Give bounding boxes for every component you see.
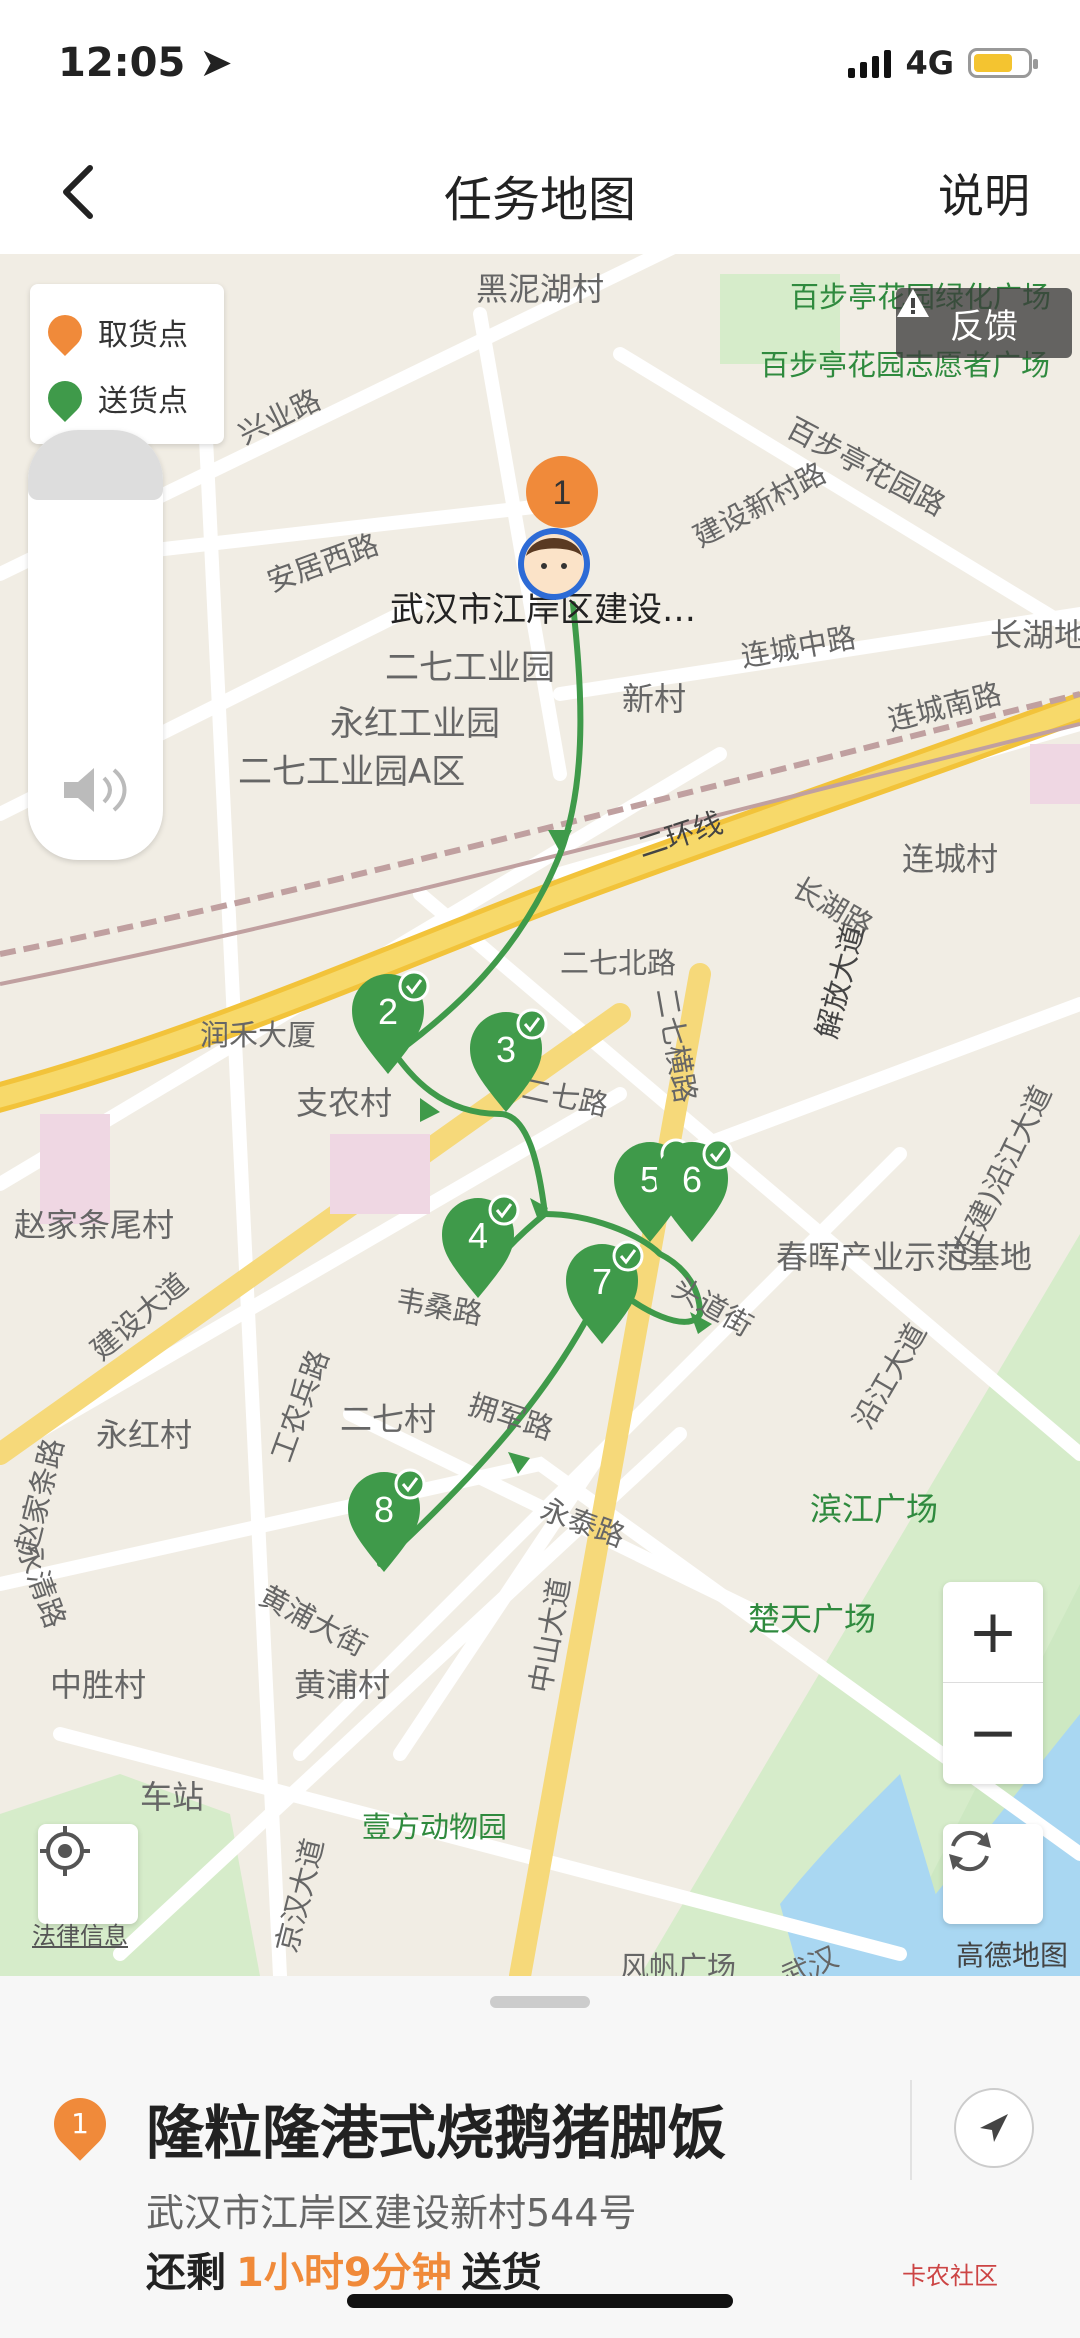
map-label: 润禾大厦	[200, 1018, 317, 1052]
map-label: 壹方动物园	[362, 1810, 508, 1844]
status-bar: 12:05 ➤ 4G	[0, 0, 1080, 130]
help-button[interactable]: 说明	[938, 160, 1030, 226]
speaker-icon	[64, 768, 127, 812]
svg-text:8: 8	[374, 1489, 394, 1530]
map-label: 连城村	[902, 840, 999, 878]
svg-text:7: 7	[592, 1261, 612, 1302]
warning-icon	[897, 289, 929, 317]
delivery-marker[interactable]: 8	[346, 1468, 428, 1578]
map-label: 二七工业园A区	[238, 752, 466, 792]
order-address: 武汉市江岸区建设新村544号	[146, 2191, 637, 2235]
svg-text:3: 3	[496, 1029, 516, 1070]
feedback-button[interactable]: 反馈	[896, 288, 1072, 358]
order-index-badge: 1	[43, 2087, 117, 2161]
delivery-marker[interactable]: 2	[350, 970, 432, 1080]
zoom-in-button[interactable]: +	[943, 1582, 1043, 1682]
map-label: 支农村	[296, 1084, 393, 1122]
svg-text:6: 6	[682, 1159, 702, 1200]
navigation-arrow-icon	[980, 2114, 1008, 2142]
navigate-button[interactable]	[954, 2088, 1034, 2168]
map-label: 长湖地	[990, 616, 1080, 654]
svg-text:2: 2	[378, 991, 398, 1032]
map-legend: 取货点 送货点	[30, 284, 224, 444]
nav-bar: 任务地图 说明	[0, 130, 1080, 254]
refresh-button[interactable]	[943, 1824, 1043, 1924]
map-label: 黄浦村	[294, 1666, 391, 1704]
order-name: 隆粒隆港式烧鹅猪脚饭	[146, 2099, 727, 2167]
map-label: 永红工业园	[330, 704, 500, 744]
map-label: 二七北路	[560, 946, 677, 980]
map-label: 赵家条尾村	[14, 1206, 175, 1244]
page-title: 任务地图	[443, 172, 636, 228]
delivery-marker[interactable]: 7	[564, 1240, 646, 1350]
feedback-label: 反馈	[950, 306, 1018, 347]
signal-icon	[848, 48, 892, 78]
pickup-pin-icon	[40, 307, 90, 357]
volume-slider-handle[interactable]	[28, 430, 163, 500]
network-type: 4G	[905, 44, 954, 82]
home-indicator	[347, 2294, 733, 2308]
map-provider-label: 高德地图	[955, 1939, 1068, 1972]
delivery-marker[interactable]: 3	[468, 1008, 550, 1118]
order-sheet: 1 隆粒隆港式烧鹅猪脚饭 武汉市江岸区建设新村544号 还剩 1小时9分钟 送货 卡…	[0, 1976, 1080, 2338]
map-label: 春晖产业示范基地	[776, 1238, 1033, 1276]
pickup-marker[interactable]: 1	[512, 454, 622, 604]
crosshair-icon	[40, 1826, 90, 1876]
delivery-marker[interactable]: 4	[440, 1194, 522, 1304]
map-view[interactable]: 黑泥湖村 百步亭花园绿化广场 百步亭花园志愿者广场 兴业路 百步亭花园路 建设新…	[0, 254, 1080, 1976]
map-label: 楚天广场	[748, 1600, 877, 1638]
sheet-drag-handle[interactable]	[490, 1996, 590, 2008]
legend-pickup-label: 取货点	[98, 318, 188, 353]
order-remaining: 还剩 1小时9分钟 送货	[146, 2250, 542, 2296]
status-indicators: 4G	[848, 44, 1038, 82]
battery-icon	[968, 48, 1038, 78]
locate-button[interactable]	[38, 1824, 138, 1924]
remaining-time: 1小时9分钟	[236, 2250, 452, 2296]
refresh-icon	[949, 1830, 991, 1872]
svg-text:1: 1	[553, 474, 572, 512]
map-label: 滨江广场	[810, 1490, 939, 1528]
map-label: 二七村	[340, 1400, 437, 1438]
legal-info-link[interactable]: 法律信息	[32, 1916, 128, 1951]
watermark: 卡农社区	[902, 2262, 998, 2290]
map-label: 新村	[622, 680, 687, 718]
delivery-pin-icon	[40, 373, 90, 423]
map-label: 中胜村	[50, 1666, 147, 1704]
map-label: 二七工业园	[385, 648, 555, 688]
zoom-controls: + −	[943, 1582, 1043, 1784]
map-label: 风帆广场	[620, 1950, 737, 1976]
map-label: 黑泥湖村	[476, 270, 605, 308]
voice-volume-panel[interactable]	[28, 430, 163, 860]
legend-delivery-label: 送货点	[98, 384, 188, 419]
map-label: 永红村	[96, 1416, 193, 1454]
map-label: 车站	[140, 1778, 205, 1816]
divider	[910, 2080, 912, 2180]
status-time: 12:05 ➤	[58, 40, 233, 86]
zoom-out-button[interactable]: −	[943, 1682, 1043, 1783]
svg-text:4: 4	[468, 1215, 488, 1256]
delivery-marker[interactable]: 6	[654, 1138, 736, 1248]
